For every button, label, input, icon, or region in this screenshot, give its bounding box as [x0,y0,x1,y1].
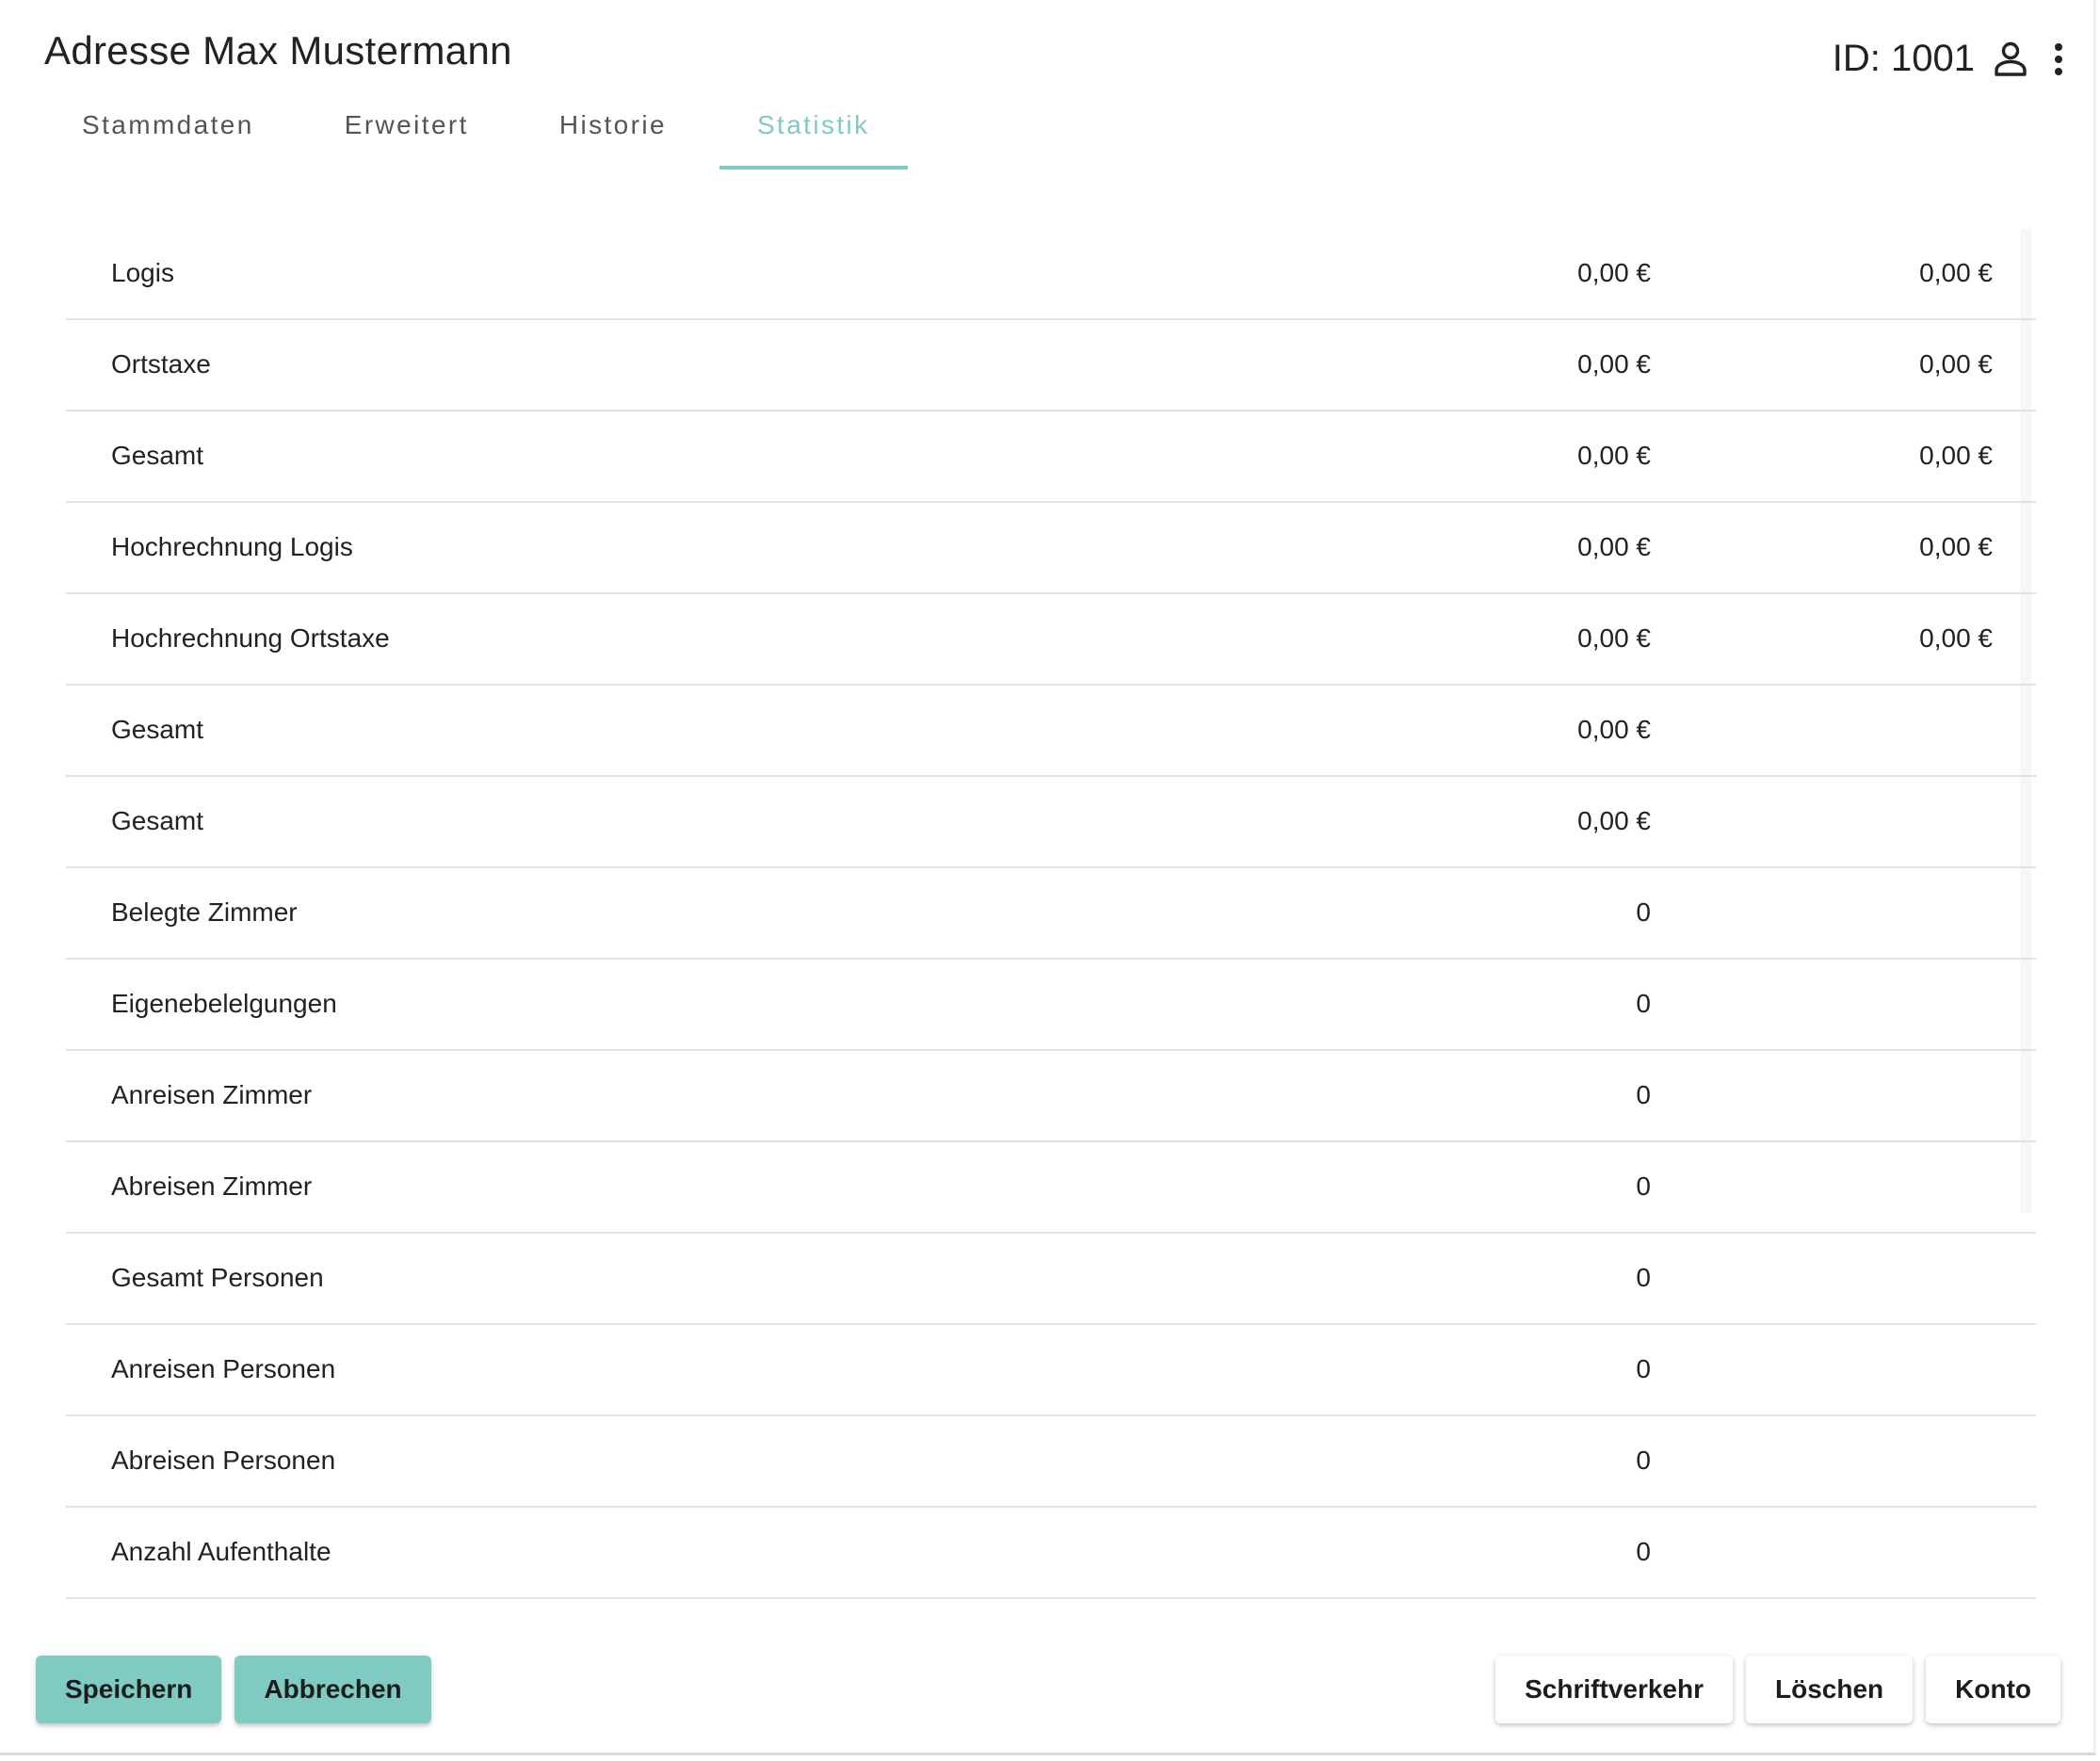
tab-historie[interactable]: Historie [522,94,704,170]
row-value-current: 0 [1636,1263,1651,1292]
table-row: Eigenebelelgungen 0 [66,960,2036,1051]
table-row: Gesamt 0,00 € 0,00 € [66,412,2036,503]
statistics-table: Logis 0,00 € 0,00 € Ortstaxe 0,00 € 0,00… [66,229,2036,1599]
footer-secondary-actions: Schriftverkehr Löschen Konto [1495,1656,2060,1723]
table-row: Gesamt 0,00 € [66,686,2036,777]
row-value-current: 0 [1636,1537,1651,1566]
row-label: Gesamt [111,715,204,744]
page-title: Adresse Max Mustermann [44,28,512,73]
row-label: Anzahl Aufenthalte [111,1537,331,1566]
row-value-compare: 0,00 € [1919,441,1993,470]
account-button[interactable]: Konto [1926,1656,2060,1723]
row-value-current: 0 [1636,1080,1651,1109]
row-value-current: 0 [1636,1171,1651,1201]
delete-button[interactable]: Löschen [1746,1656,1914,1723]
row-label: Belegte Zimmer [111,897,298,927]
record-id: ID: 1001 [1832,38,1975,79]
correspondence-button[interactable]: Schriftverkehr [1495,1656,1733,1723]
row-value-current: 0,00 € [1577,806,1651,835]
row-label: Ortstaxe [111,349,211,379]
table-row: Abreisen Personen 0 [66,1416,2036,1508]
table-row: Anzahl Aufenthalte 0 [66,1508,2036,1599]
footer-primary-actions: Speichern Abbrechen [36,1656,444,1723]
table-row: Logis 0,00 € 0,00 € [66,229,2036,320]
row-value-current: 0,00 € [1577,349,1651,379]
row-value-compare: 0,00 € [1919,258,1993,287]
table-row: Hochrechnung Ortstaxe 0,00 € 0,00 € [66,594,2036,686]
tab-bar: Stammdaten Erweitert Historie Statistik [44,94,923,170]
row-value-current: 0,00 € [1577,623,1651,653]
row-value-compare: 0,00 € [1919,532,1993,561]
row-value-compare: 0,00 € [1919,349,1993,379]
row-value-current: 0 [1636,897,1651,927]
row-value-compare: 0,00 € [1919,623,1993,653]
row-value-current: 0,00 € [1577,441,1651,470]
row-label: Anreisen Zimmer [111,1080,313,1109]
row-label: Hochrechnung Logis [111,532,353,561]
row-value-current: 0,00 € [1577,715,1651,744]
row-value-current: 0,00 € [1577,258,1651,287]
more-vert-icon[interactable] [2052,40,2065,78]
row-value-current: 0 [1636,1446,1651,1475]
row-label: Eigenebelelgungen [111,989,337,1018]
row-label: Gesamt Personen [111,1263,324,1292]
row-value-current: 0 [1636,1354,1651,1383]
tab-stammdaten[interactable]: Stammdaten [44,94,292,170]
cancel-button[interactable]: Abbrechen [234,1656,431,1723]
table-row: Anreisen Zimmer 0 [66,1051,2036,1142]
save-button[interactable]: Speichern [36,1656,222,1723]
table-row: Belegte Zimmer 0 [66,868,2036,960]
header-actions: ID: 1001 [1833,38,2065,80]
row-label: Anreisen Personen [111,1354,336,1383]
row-label: Abreisen Personen [111,1446,336,1475]
tab-statistik[interactable]: Statistik [719,94,908,170]
row-value-current: 0 [1636,989,1651,1018]
row-label: Hochrechnung Ortstaxe [111,623,390,653]
table-row: Abreisen Zimmer 0 [66,1142,2036,1234]
row-label: Logis [111,258,174,287]
row-label: Gesamt [111,441,204,470]
address-dialog: Adresse Max Mustermann ID: 1001 Stammdat… [0,0,2096,1755]
table-row: Anreisen Personen 0 [66,1325,2036,1416]
row-label: Abreisen Zimmer [111,1171,313,1201]
row-value-current: 0,00 € [1577,532,1651,561]
row-label: Gesamt [111,806,204,835]
table-row: Gesamt Personen 0 [66,1234,2036,1325]
table-row: Hochrechnung Logis 0,00 € 0,00 € [66,503,2036,594]
tab-erweitert[interactable]: Erweitert [307,94,507,170]
table-row: Gesamt 0,00 € [66,777,2036,868]
person-icon[interactable] [1992,39,2029,80]
table-row: Ortstaxe 0,00 € 0,00 € [66,320,2036,412]
